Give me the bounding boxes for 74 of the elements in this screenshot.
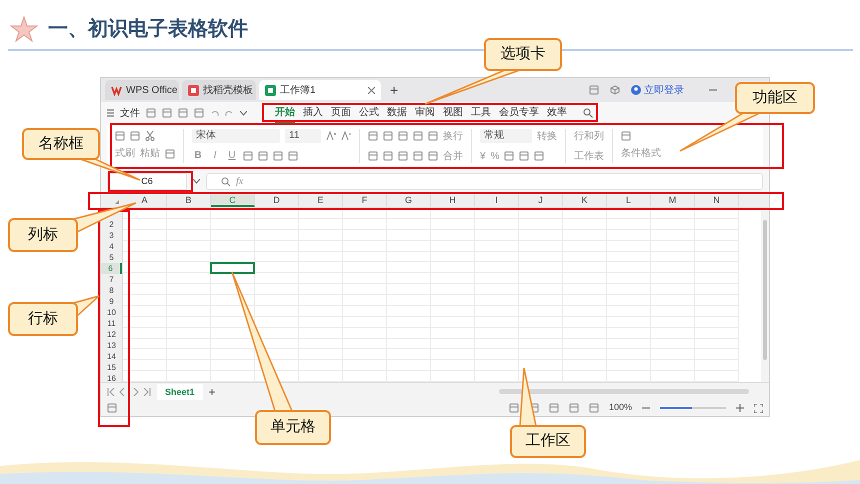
new-tab-button[interactable]: + (390, 83, 398, 97)
horizontal-scrollbar[interactable] (499, 389, 749, 394)
avatar-icon (631, 85, 641, 95)
app-tab[interactable]: 工作簿1 (259, 80, 381, 100)
row-header[interactable]: 16 (101, 373, 122, 384)
undo-icon[interactable] (210, 108, 219, 118)
starfish-icon (10, 16, 38, 42)
ribbon-tab[interactable]: 数据 (387, 102, 407, 124)
sheet-icon (265, 84, 276, 96)
font-dropdown[interactable]: 宋体 (192, 129, 280, 143)
column-header[interactable]: J (519, 192, 563, 207)
column-header[interactable]: K (563, 192, 607, 207)
logo-icon (111, 84, 122, 96)
redo-icon[interactable] (225, 108, 234, 118)
font-size-dropdown[interactable]: 11 (285, 129, 321, 143)
sheet-nav-icon[interactable] (107, 388, 151, 396)
callout-label: 名称框 (22, 128, 100, 160)
app-tab[interactable]: 找稻壳模板 (182, 80, 256, 100)
callout-pointer (519, 367, 537, 427)
caret-icon[interactable] (193, 178, 200, 184)
cube-icon[interactable] (610, 85, 620, 95)
function-label: fx (236, 174, 244, 188)
grow-font-icon[interactable] (326, 131, 336, 141)
callout-label: 行标 (8, 302, 78, 336)
zoom-reading: 100% (608, 401, 632, 414)
row-header[interactable]: 14 (101, 351, 122, 362)
close-icon[interactable] (368, 86, 375, 94)
column-header[interactable]: N (695, 192, 739, 207)
column-header[interactable]: H (431, 192, 475, 207)
callout-label: 单元格 (255, 410, 331, 445)
row-header[interactable]: 7 (101, 274, 122, 285)
column-header[interactable]: F (343, 192, 387, 207)
caret-icon[interactable] (240, 110, 247, 116)
row-header[interactable]: 15 (101, 362, 122, 373)
app-tab[interactable]: WPS Office (105, 80, 179, 100)
zoom-icon (221, 176, 230, 186)
scrollbar-thumb[interactable] (763, 220, 767, 360)
column-header[interactable]: G (387, 192, 431, 207)
row-header[interactable]: 10 (101, 307, 122, 318)
row-header[interactable]: 3 (101, 230, 122, 241)
ribbon-tab[interactable]: 效率 (547, 102, 567, 124)
plus-icon[interactable] (736, 404, 744, 412)
ribbon-tab[interactable]: 插入 (303, 102, 323, 124)
column-header[interactable]: I (475, 192, 519, 207)
column-header[interactable]: L (607, 192, 651, 207)
file-menu[interactable]: 文件 (120, 106, 140, 120)
column-header[interactable]: M (651, 192, 695, 207)
login-link[interactable]: 立即登录 (644, 82, 684, 98)
template-icon (188, 84, 199, 96)
row-header[interactable]: 2 (101, 219, 122, 230)
search-icon[interactable] (583, 108, 593, 118)
active-cell[interactable] (210, 262, 255, 274)
callout-label: 列标 (8, 218, 78, 252)
row-header[interactable]: 11 (101, 318, 122, 329)
column-header[interactable]: E (299, 192, 343, 207)
menu-icon[interactable] (107, 109, 114, 117)
sheet-tab[interactable]: Sheet1 (157, 384, 203, 400)
column-header[interactable]: D (255, 192, 299, 207)
callout-label: 选项卡 (484, 38, 562, 71)
row-header[interactable]: 4 (101, 241, 122, 252)
ribbon-tab[interactable]: 公式 (359, 102, 379, 124)
row-header[interactable]: 9 (101, 296, 122, 307)
number-format-dropdown[interactable]: 常规 (480, 129, 532, 143)
row-header[interactable]: 13 (101, 340, 122, 351)
scissors-icon[interactable] (145, 131, 155, 141)
slide-title: 一、初识电子表格软件 (48, 16, 248, 42)
add-sheet-button[interactable]: + (208, 386, 216, 398)
ribbon-tab[interactable]: 页面 (331, 102, 351, 124)
shrink-font-icon[interactable] (341, 131, 351, 141)
row-header[interactable]: 8 (101, 285, 122, 296)
row-header[interactable]: 12 (101, 329, 122, 340)
fullscreen-icon[interactable] (754, 404, 763, 412)
row-header[interactable]: 5 (101, 252, 122, 263)
callout-label: 功能区 (735, 82, 815, 114)
